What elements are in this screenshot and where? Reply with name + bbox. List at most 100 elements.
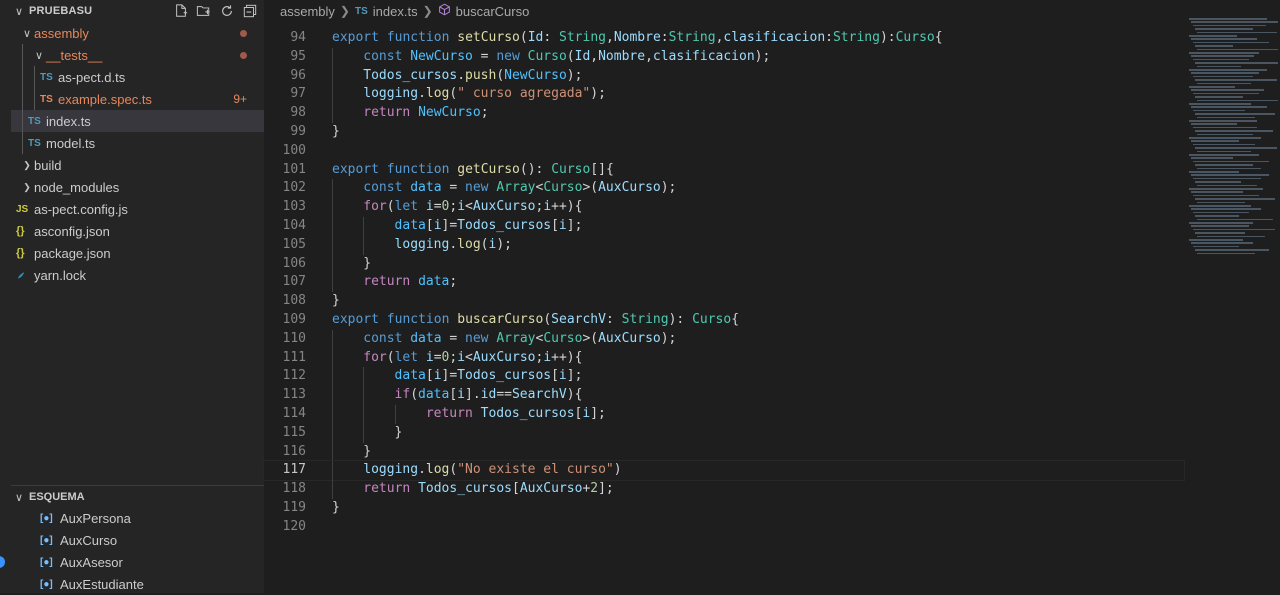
code-token: setCurso [457,30,520,45]
minimap-line [1197,65,1241,68]
code-token: String [832,30,880,45]
outline-item[interactable]: [●] AuxPersona [11,507,264,529]
outline-item[interactable]: [●] AuxAsesor [11,551,264,573]
line-number: 117 [282,462,306,478]
collapse-all-icon[interactable] [241,3,258,19]
code-line[interactable]: 105 logging.log(i); [264,235,1184,255]
code-line[interactable]: 99} [264,123,1184,142]
code-line[interactable]: 110 const data = new Array<Curso>(AuxCurs… [264,329,1184,349]
new-file-icon[interactable] [172,3,189,19]
tree-item[interactable]: {} asconfig.json [11,220,264,242]
tree-item-label: yarn.lock [34,267,87,283]
yarn-file-icon [16,268,34,283]
code-line[interactable]: 107 return data; [264,273,1184,293]
code-token: Todos_cursos [457,368,552,384]
breadcrumb-symbol[interactable]: buscarCurso [456,4,530,19]
code-line[interactable]: 119} [264,499,1184,518]
code-line[interactable]: 112 data[i]=Todos_cursos[i]; [264,367,1184,387]
code-line[interactable]: 102 const data = new Array<Curso>(AuxCurs… [264,179,1184,199]
code-token: , [590,48,599,64]
code-line[interactable]: 96 Todos_cursos.push(NewCurso); [264,66,1184,86]
code-line[interactable]: 94 export function setCurso(Id: String,No… [264,29,1184,48]
tree-item[interactable]: ∨ assembly [11,22,264,44]
indent-guide [332,216,333,236]
code-line[interactable]: 109 export function buscarCurso(SearchV: … [264,311,1184,330]
minimap-line [1189,188,1263,190]
breadcrumb-file[interactable]: index.ts [373,4,418,19]
code-line[interactable]: 101 export function getCurso(): Curso[]{ [264,161,1184,180]
code-line[interactable]: 120 [264,518,1184,537]
tree-item[interactable]: ❯ node_modules [11,176,264,198]
code-line[interactable]: 118 return Todos_cursos[AuxCurso+2]; [264,480,1184,499]
code-lines[interactable]: 94 export function setCurso(Id: String,No… [263,29,1185,537]
variable-symbol-icon: [●] [40,534,53,546]
code-token: i [457,199,466,215]
json-file-icon: {} [16,225,25,237]
code-line[interactable]: 97 logging.log(" curso agregada"); [264,85,1184,105]
chevron-down-icon: ∨ [15,491,24,504]
code-token: ) [613,462,622,478]
code-token: i [433,368,442,384]
code-token: ]; [598,481,614,497]
code-line[interactable]: 108} [264,292,1184,311]
code-token: NewCurso [504,67,567,83]
code-line[interactable]: 100 [264,142,1184,161]
code-token: SearchV [551,311,606,327]
tree-item[interactable]: yarn.lock [11,264,264,286]
code-token: const [363,180,403,196]
code-line[interactable]: 117 logging.log("No existe el curso") [263,460,1185,482]
code-editor[interactable]: assembly ❯ TS index.ts ❯ buscarCurso 94 e… [263,0,1280,593]
code-token: } [363,255,372,271]
code-line[interactable]: 114 return Todos_cursos[i]; [264,404,1184,424]
outline-item[interactable]: [●] AuxEstudiante [11,573,264,595]
line-number: 116 [282,443,306,459]
code-token: [ [551,368,559,384]
code-line[interactable]: 115} [264,423,1184,443]
outline-item[interactable]: [●] AuxCurso [11,529,264,551]
outline-item-label: AuxCurso [60,532,118,548]
code-line[interactable]: 104 data[i]=Todos_cursos[i]; [264,216,1184,236]
refresh-icon[interactable] [218,3,235,19]
code-token: = [433,199,442,215]
minimap-line [1195,113,1275,115]
indent-guide [363,423,365,443]
minimap-line [1193,109,1245,112]
chevron-right-icon: ❯ [422,4,433,18]
explorer-header[interactable]: ∨ PRUEBASU [11,0,264,22]
code-line[interactable]: 111 for(let i=0;i<AuxCurso;i++){ [264,348,1184,368]
code-token: i [433,217,442,233]
code-token: Nombre [613,30,661,45]
code-line[interactable]: 103 for(let i=0;i<AuxCurso;i++){ [264,198,1184,217]
minimap-line [1191,174,1269,176]
tree-item[interactable]: TS example.spec.ts 9+ [11,88,264,110]
code-line[interactable]: 98 return NewCurso; [264,104,1184,123]
minimap-line [1189,239,1243,241]
line-number: 105 [282,236,306,252]
code-token: return [363,481,411,497]
breadcrumb-folder[interactable]: assembly [280,4,335,19]
code-token: ]; [566,217,583,233]
outline-header[interactable]: ∨ ESQUEMA [11,485,264,508]
tree-item[interactable]: TS model.ts [11,132,264,154]
code-text: export function getCurso(): Curso[]{ [332,161,614,180]
tree-item[interactable]: ∨ __tests__ [11,44,264,66]
code-token: new [496,48,520,64]
new-folder-icon[interactable] [195,3,212,19]
tree-item[interactable]: ❯ build [11,154,264,176]
minimap[interactable] [1189,18,1280,258]
code-token: logging [394,236,450,252]
line-number: 100 [282,142,306,158]
code-token: . [457,67,466,83]
tree-item[interactable]: {} package.json [11,242,264,264]
code-line[interactable]: 113 if(data[i].id==SearchV){ [264,386,1184,405]
tree-item[interactable]: TS index.ts [11,110,264,132]
code-line[interactable]: 95 const NewCurso = new Curso(Id,Nombre,c… [264,47,1184,67]
code-token: data [410,330,442,346]
tree-item[interactable]: TS as-pect.d.ts [11,66,264,88]
minimap-line [1191,140,1239,142]
tree-item[interactable]: JS as-pect.config.js [11,198,264,220]
code-line[interactable]: 106} [264,254,1184,274]
code-line[interactable]: 116} [264,442,1184,462]
